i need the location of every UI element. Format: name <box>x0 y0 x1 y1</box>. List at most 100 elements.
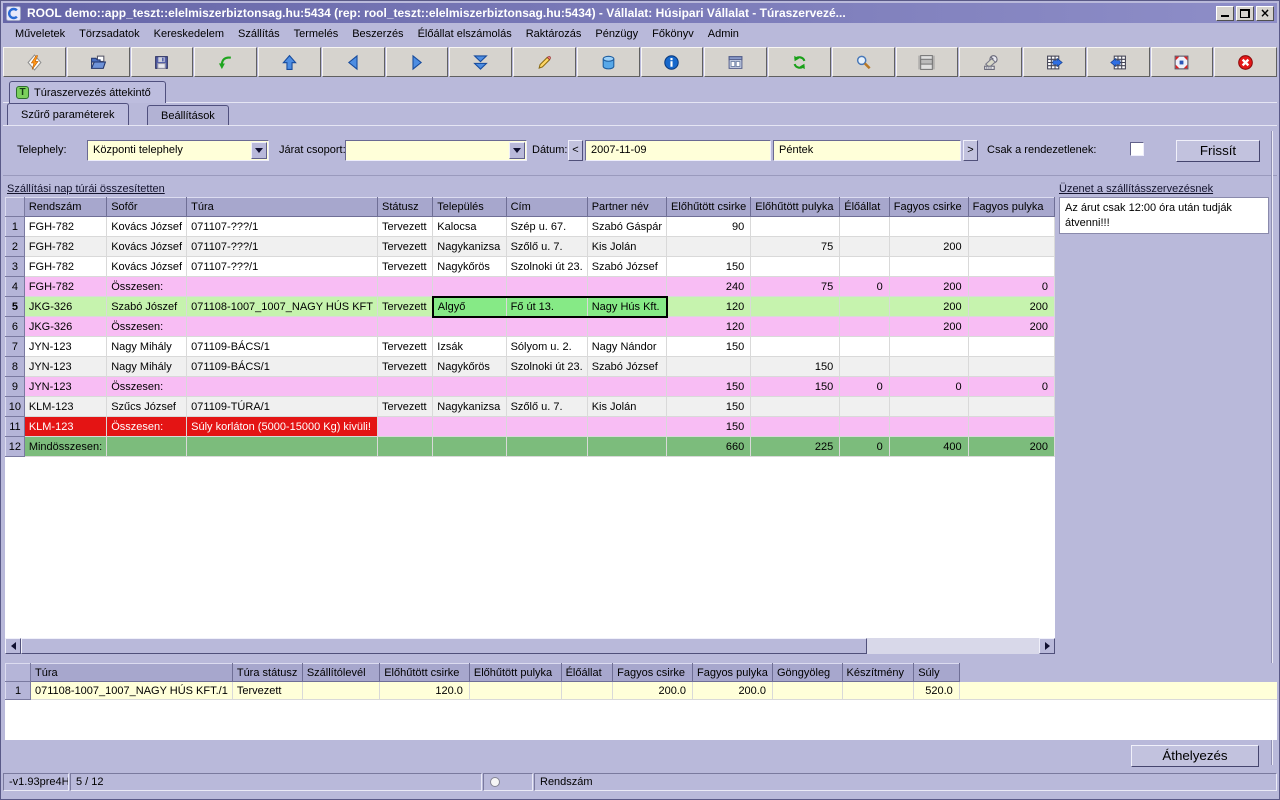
grid-cell[interactable]: 071107-???/1 <box>187 257 378 277</box>
grid-cell[interactable] <box>840 257 889 277</box>
grid-cell[interactable] <box>968 237 1054 257</box>
toolbar-button-next[interactable] <box>386 47 449 77</box>
grid-cell[interactable] <box>772 682 842 700</box>
grid-cell[interactable]: Kovács József <box>107 257 187 277</box>
grid-cell[interactable] <box>751 337 840 357</box>
grid-cell[interactable] <box>889 357 968 377</box>
menu-item-termeles[interactable]: Termelés <box>287 25 346 43</box>
grid-cell[interactable] <box>667 237 751 257</box>
scrollbar-thumb[interactable] <box>21 638 867 654</box>
grid-cell[interactable]: KLM-123 <box>24 397 106 417</box>
grid-cell[interactable]: Tervezett <box>377 357 432 377</box>
grid-cell[interactable] <box>840 417 889 437</box>
grid-cell[interactable]: 400 <box>889 437 968 457</box>
grid-cell[interactable]: FGH-782 <box>24 277 106 297</box>
toolbar-button-database[interactable] <box>577 47 640 77</box>
grid-cell[interactable]: 071107-???/1 <box>187 237 378 257</box>
menu-item-muveletek[interactable]: Műveletek <box>8 25 72 43</box>
grid-cell[interactable]: FGH-782 <box>24 237 106 257</box>
menu-item-beszerzes[interactable]: Beszerzés <box>345 25 410 43</box>
grid-cell[interactable]: Mindösszesen: <box>24 437 106 457</box>
grid-cell[interactable]: Tervezett <box>377 397 432 417</box>
column-header[interactable]: Előhűtött pulyka <box>751 198 840 217</box>
grid-cell[interactable]: 200 <box>889 237 968 257</box>
grid-cell-error[interactable]: KLM-123 <box>24 417 106 437</box>
grid-cell-focused[interactable]: Fő út 13. <box>506 297 587 317</box>
grid-cell[interactable]: 150 <box>751 357 840 377</box>
column-header[interactable]: Szállítólevél <box>302 664 379 682</box>
grid-cell[interactable] <box>842 682 914 700</box>
grid-cell[interactable] <box>968 217 1054 237</box>
grid-cell[interactable]: Kalocsa <box>433 217 506 237</box>
grid-cell[interactable]: 240 <box>667 277 751 297</box>
grid-cell[interactable] <box>840 217 889 237</box>
grid-cell[interactable] <box>587 417 666 437</box>
grid-cell[interactable] <box>667 357 751 377</box>
toolbar-button-export-table[interactable] <box>1023 47 1086 77</box>
grid-cell[interactable]: Szőlő u. 7. <box>506 397 587 417</box>
menu-item-penzugy[interactable]: Pénzügy <box>588 25 645 43</box>
grid-cell[interactable]: Kovács József <box>107 237 187 257</box>
message-box[interactable]: Az árut csak 12:00 óra után tudják átven… <box>1059 197 1269 234</box>
date-next-button[interactable]: > <box>963 140 978 161</box>
column-header[interactable]: Partner név <box>587 198 666 217</box>
toolbar-button-exit[interactable] <box>1214 47 1277 77</box>
toolbar-button-import-table[interactable] <box>1087 47 1150 77</box>
column-header[interactable]: Túra státusz <box>232 664 302 682</box>
row-number[interactable]: 1 <box>6 217 25 237</box>
jarat-dropdown-button[interactable] <box>509 142 525 159</box>
menu-item-szallitas[interactable]: Szállítás <box>231 25 287 43</box>
grid-cell[interactable] <box>433 377 506 397</box>
date-input[interactable]: 2007-11-09 <box>585 140 771 161</box>
grid-cell[interactable]: Kovács József <box>107 217 187 237</box>
grid-cell-focused[interactable]: Algyő <box>433 297 506 317</box>
grid-cell[interactable] <box>187 377 378 397</box>
day-name-field[interactable]: Péntek <box>773 140 961 161</box>
grid-cell[interactable] <box>187 437 378 457</box>
grid-cell[interactable] <box>469 682 561 700</box>
minimize-button[interactable] <box>1216 6 1234 21</box>
grid-cell[interactable]: JKG-326 <box>24 297 106 317</box>
column-header[interactable]: Fagyos csirke <box>889 198 968 217</box>
row-number[interactable]: 2 <box>6 237 25 257</box>
row-number[interactable]: 5 <box>6 297 25 317</box>
column-header[interactable]: Fagyos pulyka <box>968 198 1054 217</box>
grid-cell[interactable] <box>506 437 587 457</box>
grid-cell[interactable] <box>377 277 432 297</box>
grid-cell[interactable]: 200 <box>968 437 1054 457</box>
grid-cell[interactable] <box>840 397 889 417</box>
column-header[interactable]: Fagyos csirke <box>613 664 693 682</box>
row-number[interactable]: 3 <box>6 257 25 277</box>
grid-cell[interactable]: Nagy Nándor <box>587 337 666 357</box>
grid-cell[interactable] <box>587 317 666 337</box>
toolbar-button-search[interactable] <box>832 47 895 77</box>
grid-cell[interactable]: Szép u. 67. <box>506 217 587 237</box>
toolbar-button-frame[interactable] <box>896 47 959 77</box>
row-number[interactable]: 7 <box>6 337 25 357</box>
grid-cell[interactable]: Nagy Mihály <box>107 337 187 357</box>
grid-cell[interactable] <box>840 357 889 377</box>
telephely-dropdown-button[interactable] <box>251 142 267 159</box>
grid-cell[interactable]: 0 <box>840 377 889 397</box>
grid-cell[interactable]: Sólyom u. 2. <box>506 337 587 357</box>
row-number[interactable]: 9 <box>6 377 25 397</box>
grid-cell[interactable] <box>506 417 587 437</box>
menu-item-raktarozas[interactable]: Raktározás <box>519 25 589 43</box>
grid-cell[interactable]: Nagy Mihály <box>107 357 187 377</box>
grid-cell[interactable] <box>968 417 1054 437</box>
grid-cell[interactable]: Nagykanizsa <box>433 397 506 417</box>
toolbar-button-previous[interactable] <box>322 47 385 77</box>
grid-cell[interactable]: Tervezett <box>377 257 432 277</box>
telephely-select[interactable]: Központi telephely <box>87 140 269 161</box>
column-header[interactable]: Előhűtött pulyka <box>469 664 561 682</box>
grid-cell[interactable]: 200 <box>889 277 968 297</box>
grid-cell[interactable]: JKG-326 <box>24 317 106 337</box>
grid-cell[interactable]: 0 <box>889 377 968 397</box>
grid-cell[interactable]: Nagykőrös <box>433 357 506 377</box>
grid-cell[interactable] <box>840 317 889 337</box>
grid-cell[interactable] <box>968 397 1054 417</box>
grid-cell[interactable]: 0 <box>840 437 889 457</box>
column-header[interactable]: Élőállat <box>840 198 889 217</box>
grid-cell[interactable]: Szabó Gáspár <box>587 217 666 237</box>
column-header[interactable]: Fagyos pulyka <box>692 664 772 682</box>
